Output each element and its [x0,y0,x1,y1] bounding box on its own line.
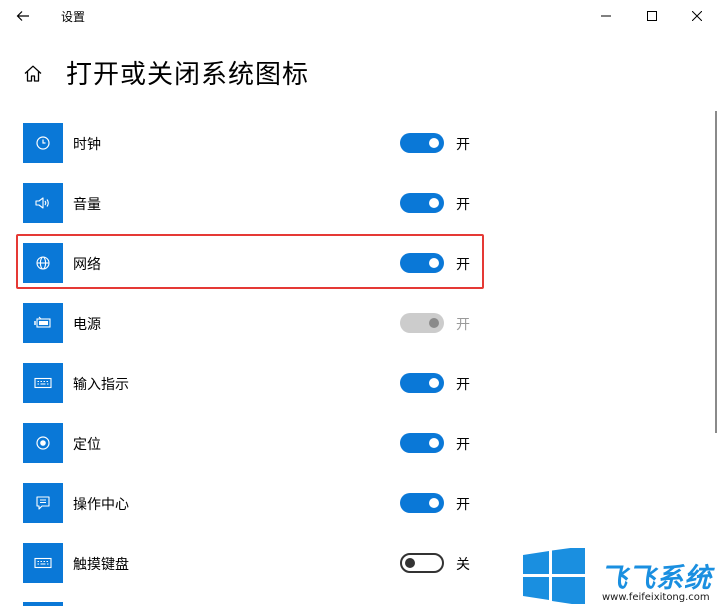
close-icon [692,11,702,21]
next-item-tile [23,602,63,606]
minimize-button[interactable] [583,0,629,32]
location-state: 开 [456,437,470,453]
input-indicator-tile [23,363,63,403]
network-state: 开 [456,257,470,273]
toggle-knob [429,258,439,268]
location-icon [36,436,50,450]
back-arrow-icon [16,11,29,21]
maximize-button[interactable] [629,0,675,32]
toggle-knob [429,498,439,508]
setting-row-touch-keyboard: 触摸键盘 关 [0,543,500,587]
back-button[interactable] [8,0,38,32]
volume-toggle[interactable] [400,193,444,213]
action-center-label: 操作中心 [73,497,129,513]
scrollbar[interactable] [715,111,717,433]
setting-row-network: 网络 开 [0,243,500,287]
action-center-toggle[interactable] [400,493,444,513]
volume-state: 开 [456,197,470,213]
watermark-url: www.feifeixitong.com [602,592,710,603]
volume-label: 音量 [73,197,101,213]
input-indicator-state: 开 [456,377,470,393]
toggle-knob [429,318,439,328]
network-label: 网络 [73,257,101,273]
action-center-tile [23,483,63,523]
home-icon [24,65,42,82]
toggle-knob [405,558,415,568]
power-toggle[interactable] [400,313,444,333]
watermark: 飞飞系统 www.feifeixitong.com [520,548,720,606]
power-tile [23,303,63,343]
setting-row-volume: 音量 开 [0,183,500,227]
home-button[interactable] [18,58,48,88]
network-toggle[interactable] [400,253,444,273]
network-tile [23,243,63,283]
action-center-state: 开 [456,497,470,513]
action-center-icon [36,496,50,510]
globe-icon [36,256,50,270]
close-button[interactable] [674,0,720,32]
page-title: 打开或关闭系统图标 [66,60,310,90]
location-tile [23,423,63,463]
setting-row-location: 定位 开 [0,423,500,467]
toggle-knob [429,378,439,388]
volume-tile [23,183,63,223]
input-indicator-label: 输入指示 [73,377,129,393]
window-title: 设置 [61,10,86,24]
battery-icon [34,316,51,328]
toggle-knob [429,138,439,148]
clock-toggle[interactable] [400,133,444,153]
setting-row-power: 电源 开 [0,303,500,347]
location-label: 定位 [73,437,101,453]
title-bar: 设置 [0,0,720,32]
keyboard-icon [34,377,52,389]
touch-keyboard-toggle[interactable] [400,553,444,573]
maximize-icon [647,11,657,21]
touch-keyboard-state: 关 [456,557,470,573]
touch-keyboard-label: 触摸键盘 [73,557,129,573]
clock-icon [36,136,50,150]
setting-row-input-indicator: 输入指示 开 [0,363,500,407]
touch-keyboard-tile [23,543,63,583]
clock-tile [23,123,63,163]
location-toggle[interactable] [400,433,444,453]
clock-label: 时钟 [73,137,101,153]
windows-logo-icon [523,548,585,604]
power-state: 开 [456,317,470,333]
toggle-knob [429,438,439,448]
touch-keyboard-icon [34,557,52,569]
minimize-icon [601,15,611,17]
clock-state: 开 [456,137,470,153]
setting-row-clock: 时钟 开 [0,123,500,167]
setting-row-action-center: 操作中心 开 [0,483,500,527]
volume-icon [35,197,49,209]
power-label: 电源 [73,317,101,333]
watermark-brand: 飞飞系统 [600,563,712,594]
input-indicator-toggle[interactable] [400,373,444,393]
toggle-knob [429,198,439,208]
